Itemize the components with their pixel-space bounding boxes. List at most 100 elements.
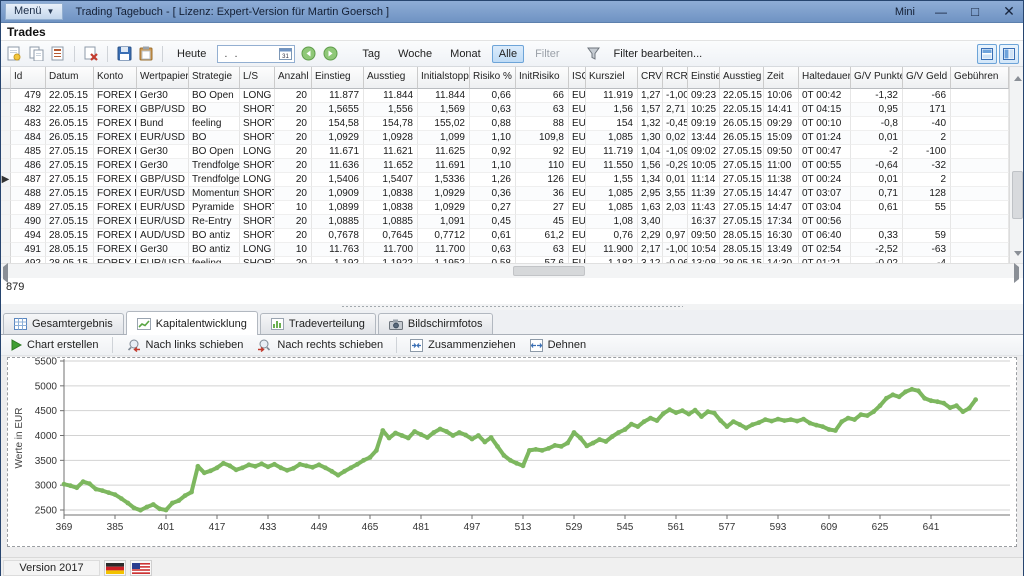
column-header-strategie[interactable]: Strategie [189, 67, 240, 89]
heute-button[interactable]: Heute [170, 45, 213, 63]
scroll-left-arrow[interactable] [3, 267, 8, 279]
column-header-ausstieg[interactable]: Ausstieg [720, 67, 764, 89]
toolbar-separator [162, 46, 163, 62]
column-header-einstieg[interactable]: Einstieg [312, 67, 364, 89]
column-header-geb-hren[interactable]: Gebühren [951, 67, 1009, 89]
scroll-down-arrow[interactable] [1010, 246, 1024, 261]
horizontal-layout-toggle[interactable] [977, 44, 997, 64]
table-row[interactable]: 48426.05.15FOREX LTFEUR/USDBOSHORT201,09… [1, 131, 1009, 145]
table-cell: 488 [11, 187, 46, 201]
date-input[interactable]: . . 31 [217, 45, 295, 63]
table-row[interactable]: ▶48727.05.15FOREX LTFGBP/USDTrendfolgeLO… [1, 173, 1009, 187]
tab-kapitalentwicklung[interactable]: Kapitalentwicklung [126, 311, 258, 335]
table-cell: FOREX LTF [94, 145, 137, 159]
us-flag-icon[interactable] [130, 560, 152, 576]
range-tag-button[interactable]: Tag [355, 45, 387, 63]
copy-entry-icon[interactable] [27, 45, 45, 63]
table-cell: FOREX LTF [94, 103, 137, 117]
column-header-risiko-[interactable]: Risiko % [470, 67, 516, 89]
column-header-initialstopp[interactable]: Initialstopp [418, 67, 470, 89]
line-chart-icon [137, 318, 151, 330]
tab-bildschirmfotos[interactable]: Bildschirmfotos [378, 313, 494, 334]
table-cell: 10:05 [688, 159, 720, 173]
column-header-einstieg[interactable]: Einstieg [688, 67, 720, 89]
edit-filter-button[interactable]: Filter bearbeiten... [607, 45, 710, 63]
table-cell [903, 215, 951, 229]
table-cell: 27.05.15 [720, 173, 764, 187]
german-flag-icon[interactable] [104, 560, 126, 576]
delete-entry-icon[interactable] [82, 45, 100, 63]
column-header-initrisiko[interactable]: InitRisiko [516, 67, 569, 89]
table-row[interactable]: 48222.05.15FOREX LTFGBP/USDBOSHORT201,56… [1, 103, 1009, 117]
column-header-zeit[interactable]: Zeit [764, 67, 799, 89]
scroll-right-arrow[interactable] [1014, 267, 1019, 279]
column-header-ausstieg[interactable]: Ausstieg [364, 67, 418, 89]
column-header-rcrv[interactable]: RCRV [663, 67, 688, 89]
table-cell: 27 [516, 201, 569, 215]
column-header-konto[interactable]: Konto [94, 67, 137, 89]
menu-button[interactable]: Menü ▼ [5, 3, 63, 20]
vertical-scroll-thumb[interactable] [1012, 171, 1023, 219]
table-cell: 11:14 [688, 173, 720, 187]
edit-entry-icon[interactable] [49, 45, 67, 63]
column-header-l-s[interactable]: L/S [240, 67, 275, 89]
shift-left-button[interactable]: Nach links schieben [122, 338, 248, 353]
maximize-button[interactable]: □ [967, 4, 983, 19]
shift-right-button[interactable]: Nach rechts schieben [253, 338, 387, 353]
paste-icon[interactable] [137, 45, 155, 63]
column-header-anzahl[interactable]: Anzahl [275, 67, 312, 89]
table-row[interactable]: 49428.05.15FOREX LTFAUD/USDBO antizSHORT… [1, 229, 1009, 243]
close-button[interactable]: ✕ [1001, 3, 1017, 20]
table-row[interactable]: 48527.05.15FOREX LTFGer30BO OpenLONG2011… [1, 145, 1009, 159]
column-header-id[interactable]: Id [11, 67, 46, 89]
table-row[interactable]: 48627.05.15FOREX LTFGer30TrendfolgeSHORT… [1, 159, 1009, 173]
column-header-wertpapier[interactable]: Wertpapier [137, 67, 189, 89]
tab-tradeverteilung[interactable]: Tradeverteilung [260, 313, 376, 334]
range-alle-button[interactable]: Alle [492, 45, 524, 63]
horizontal-scrollbar[interactable] [1, 263, 1023, 278]
table-cell: 479 [11, 89, 46, 103]
table-row[interactable]: 48827.05.15FOREX LTFEUR/USDMomentumSHORT… [1, 187, 1009, 201]
previous-period-icon[interactable] [299, 45, 317, 63]
column-header-g-v-geld[interactable]: G/V Geld [903, 67, 951, 89]
minimize-button[interactable]: — [933, 5, 949, 19]
next-period-icon[interactable] [321, 45, 339, 63]
funnel-icon[interactable] [585, 45, 603, 63]
create-chart-button[interactable]: Chart erstellen [7, 338, 103, 352]
table-row[interactable]: 49027.05.15FOREX LTFEUR/USDRe-EntrySHORT… [1, 215, 1009, 229]
table-row[interactable]: 47922.05.15FOREX LTFGer30BO OpenLONG2011… [1, 89, 1009, 103]
column-header-haltedauer[interactable]: Haltedauer [799, 67, 851, 89]
svg-text:5000: 5000 [35, 381, 58, 392]
vertical-scrollbar[interactable] [1009, 67, 1023, 263]
calendar-icon[interactable]: 31 [279, 47, 292, 60]
column-header-datum[interactable]: Datum [46, 67, 94, 89]
vertical-layout-toggle[interactable] [999, 44, 1019, 64]
table-row[interactable]: 48927.05.15FOREX LTFEUR/USDPyramideSHORT… [1, 201, 1009, 215]
table-cell: 09:23 [688, 89, 720, 103]
splitter-handle[interactable] [341, 305, 683, 309]
table-row[interactable]: 49128.05.15FOREX LTFGer30BO antizLONG101… [1, 243, 1009, 257]
range-woche-button[interactable]: Woche [391, 45, 439, 63]
table-cell: 61,2 [516, 229, 569, 243]
row-marker [1, 159, 11, 173]
mini-button[interactable]: Mini [895, 6, 915, 18]
svg-text:529: 529 [566, 522, 583, 533]
contract-button[interactable]: Zusammenziehen [406, 338, 519, 353]
table-row[interactable]: 48326.05.15FOREX LTFBundfeelingSHORT2015… [1, 117, 1009, 131]
column-header-crv[interactable]: CRV [638, 67, 663, 89]
scroll-up-arrow[interactable] [1010, 71, 1024, 86]
new-entry-icon[interactable] [5, 45, 23, 63]
stretch-button[interactable]: Dehnen [526, 338, 591, 353]
row-marker [1, 131, 11, 145]
tab-gesamtergebnis[interactable]: Gesamtergebnis [3, 313, 124, 334]
column-header-kursziel[interactable]: Kursziel [586, 67, 638, 89]
column-header-g-v-punkte[interactable]: G/V Punkte [851, 67, 903, 89]
column-header-iso[interactable]: ISO [569, 67, 586, 89]
table-cell: 2,29 [638, 229, 663, 243]
table-cell: 88 [516, 117, 569, 131]
table-cell: Re-Entry [189, 215, 240, 229]
save-icon[interactable] [115, 45, 133, 63]
range-monat-button[interactable]: Monat [443, 45, 488, 63]
table-cell: FOREX LTF [94, 201, 137, 215]
horizontal-scroll-thumb[interactable] [513, 266, 585, 276]
